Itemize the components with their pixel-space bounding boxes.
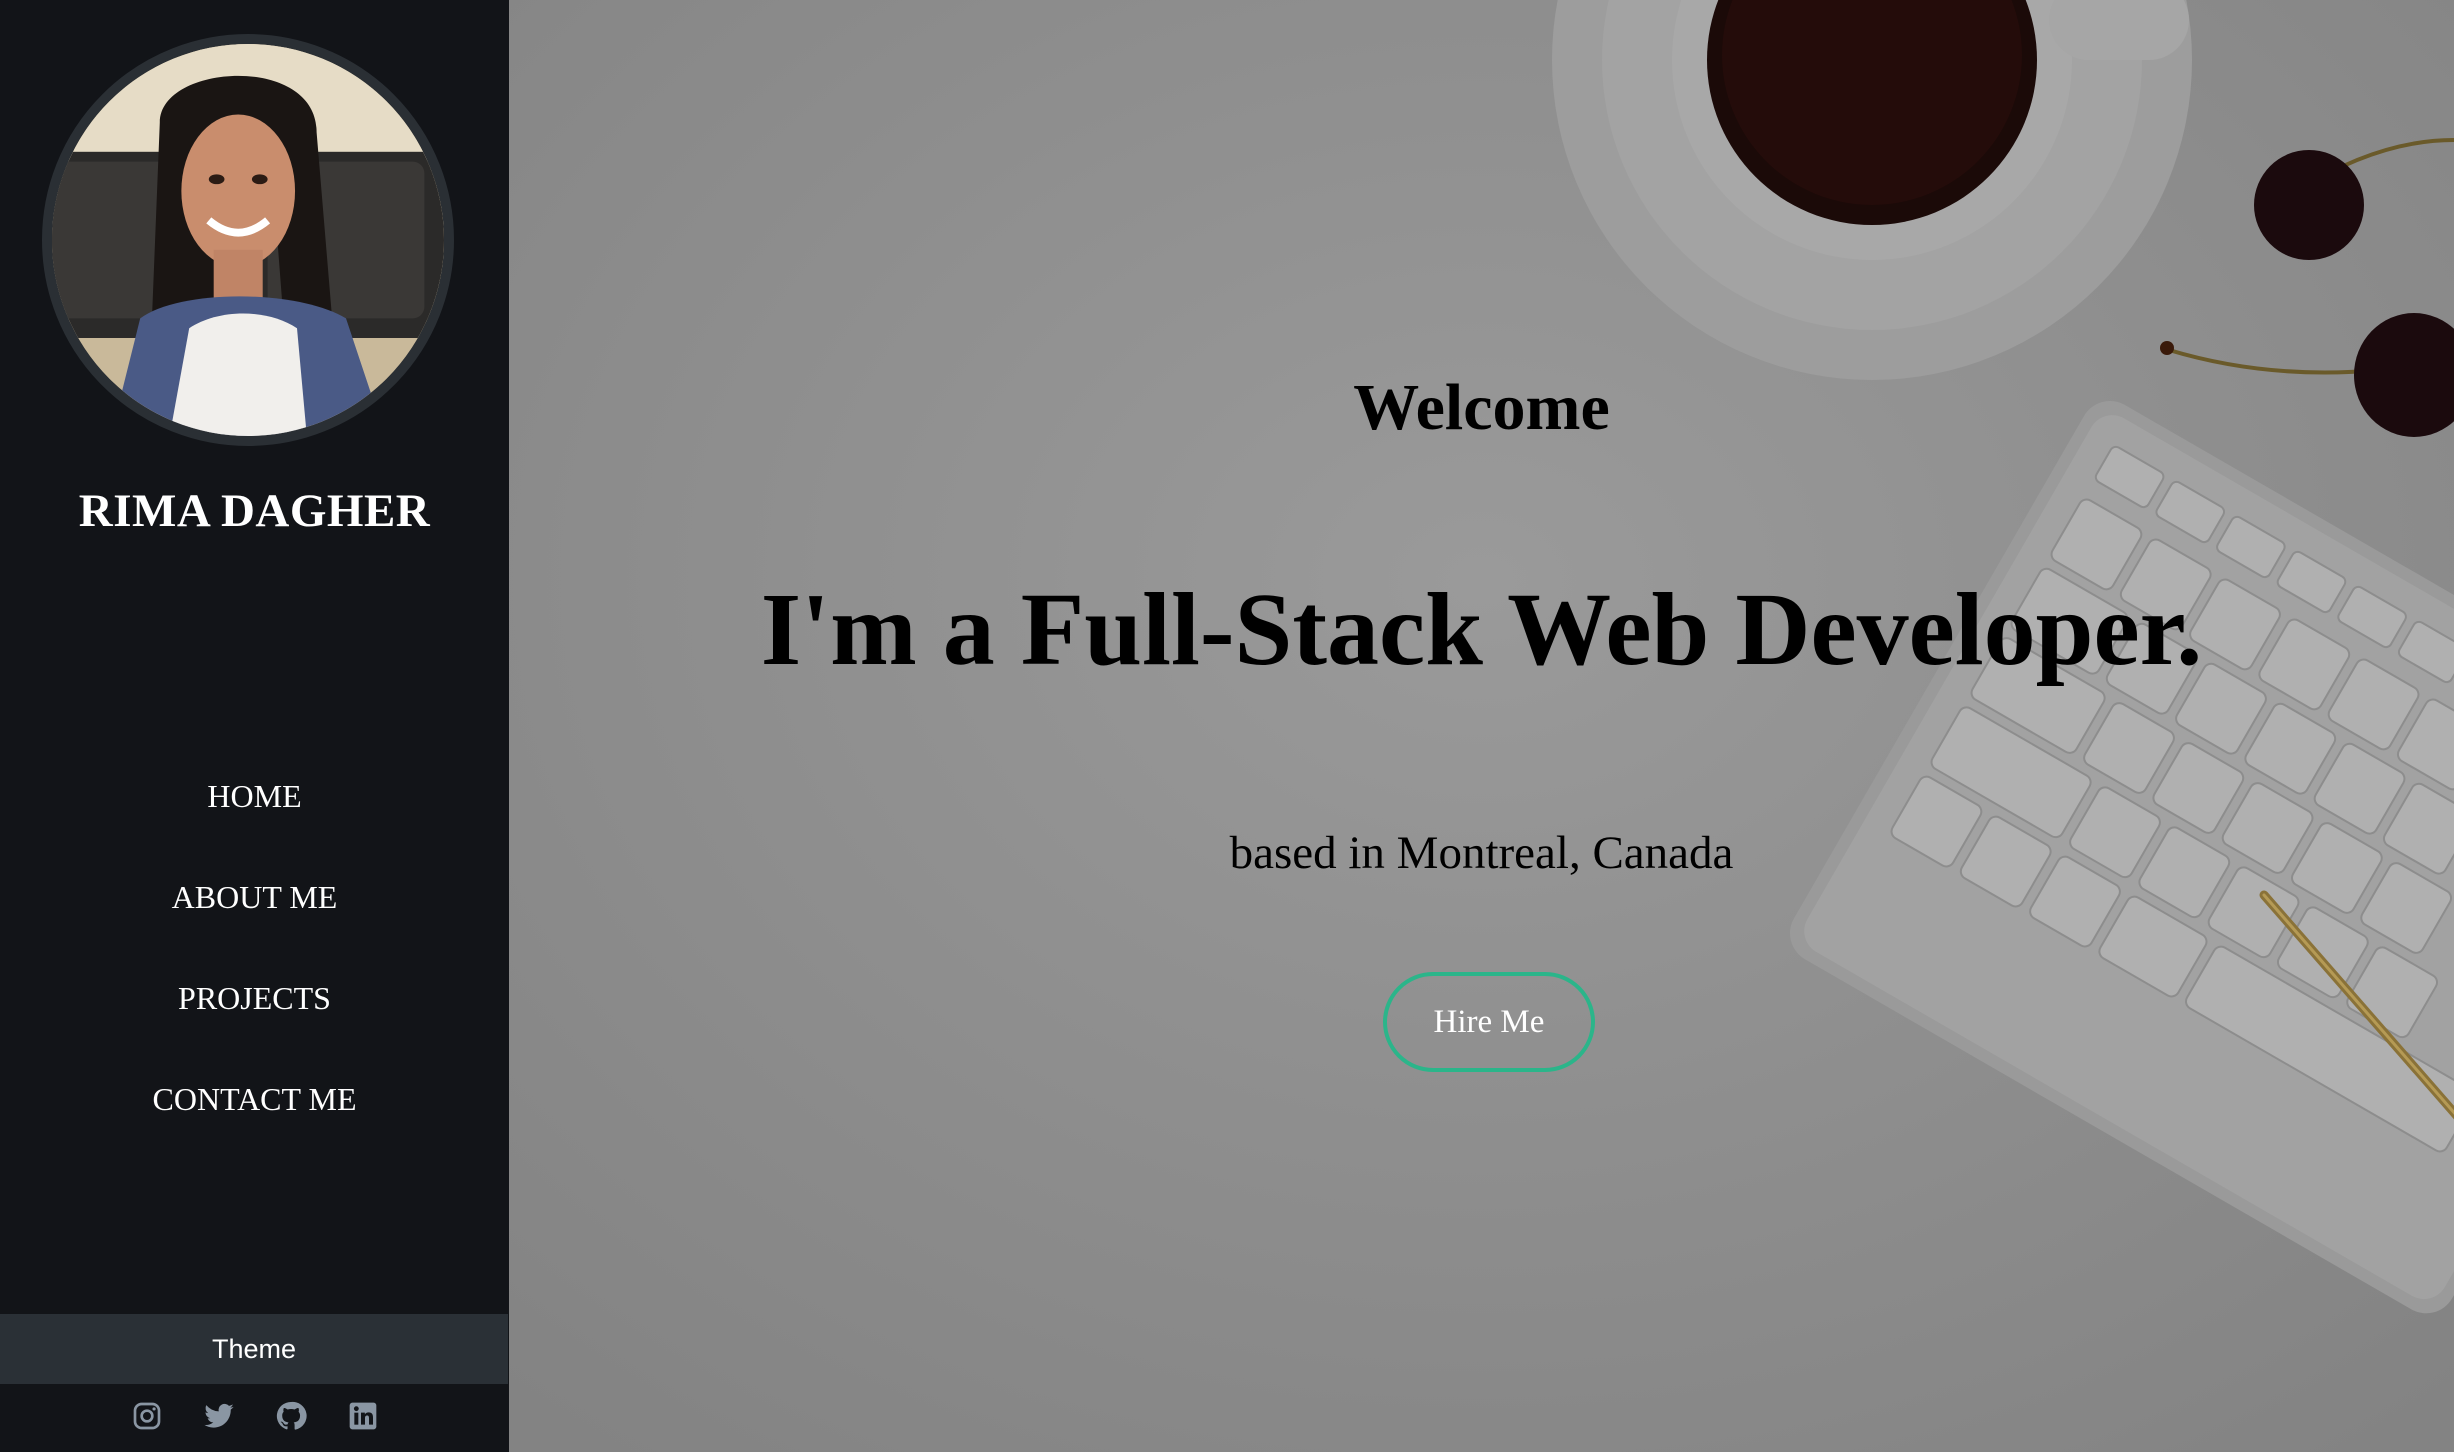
sidebar-nav: HOME ABOUT ME PROJECTS CONTACT ME <box>0 770 509 1174</box>
nav-item-about-me[interactable]: ABOUT ME <box>0 871 509 972</box>
linkedin-link[interactable] <box>345 1398 381 1434</box>
hire-me-button[interactable]: Hire Me <box>1383 972 1595 1072</box>
profile-name: RIMA DAGHER <box>78 485 431 537</box>
twitter-link[interactable] <box>201 1398 237 1434</box>
twitter-icon <box>203 1403 234 1428</box>
instagram-link[interactable] <box>129 1398 165 1434</box>
theme-toggle-button[interactable]: Theme <box>0 1314 508 1384</box>
page: RIMA DAGHER HOME ABOUT ME PROJECTS CONTA… <box>0 0 2454 1452</box>
avatar <box>42 34 454 446</box>
github-icon <box>276 1401 307 1430</box>
hero-headline: I'm a Full-Stack Web Developer. <box>760 572 2203 687</box>
location-text: based in Montreal, Canada <box>1229 827 1734 879</box>
social-links <box>0 1398 509 1442</box>
welcome-heading: Welcome <box>1353 371 1610 444</box>
nav-item-contact-me[interactable]: CONTACT ME <box>0 1073 509 1174</box>
nav-item-home[interactable]: HOME <box>0 770 509 871</box>
nav-item-projects[interactable]: PROJECTS <box>0 972 509 1073</box>
instagram-icon <box>133 1402 160 1430</box>
hero-section: Welcome I'm a Full-Stack Web Developer. … <box>509 0 2454 1452</box>
sidebar: RIMA DAGHER HOME ABOUT ME PROJECTS CONTA… <box>0 0 509 1452</box>
linkedin-icon <box>349 1402 376 1430</box>
github-link[interactable] <box>273 1398 309 1434</box>
hero-content: Welcome I'm a Full-Stack Web Developer. … <box>509 0 2454 1452</box>
